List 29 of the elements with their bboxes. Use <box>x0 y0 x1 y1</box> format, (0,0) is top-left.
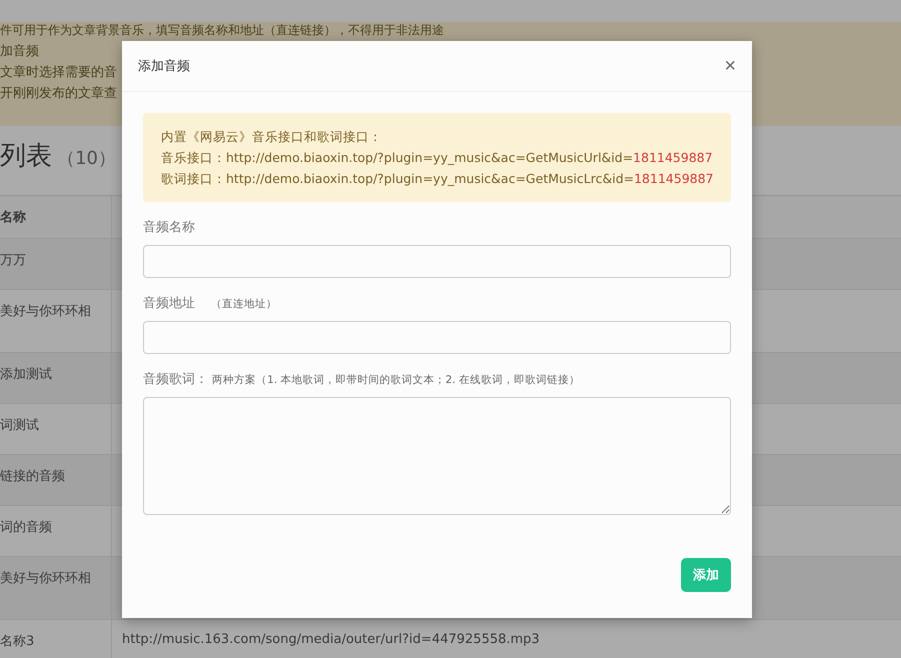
close-button[interactable]: × <box>724 56 736 76</box>
field-hint: 两种方案（1. 本地歌词，即带时间的歌词文本；2. 在线歌词，即歌词链接） <box>212 374 580 386</box>
text-area[interactable] <box>143 397 731 515</box>
alert-text: 内置《网易云》音乐接口和歌词接口： <box>161 128 383 146</box>
field-label: 音频歌词： <box>143 372 208 387</box>
notice-text: 件可用于作为文章背景音乐，填写音频名称和地址（直连链接），不得用于非法用途 <box>0 23 444 37</box>
input-field[interactable] <box>143 321 731 354</box>
table-cell: 美好与你环环相 <box>0 290 112 352</box>
table-cell: 链接的音频 <box>0 455 112 505</box>
table-cell: 词测试 <box>0 404 112 454</box>
table-cell: 添加测试 <box>0 353 112 403</box>
list-title: 列表 <box>0 141 52 171</box>
field-label: 音频名称 <box>143 220 195 235</box>
list-count: （10） <box>57 148 116 169</box>
table-cell: http://music.163.com/song/media/outer/url?id=447925558.mp3 <box>122 632 540 647</box>
table-cell: 万万 <box>0 239 112 289</box>
notice-text: 开刚刚发布的文章查 <box>0 85 117 103</box>
alert-text: 歌词接口：http://demo.biaoxin.top/?plugin=yy_music&ac=GetMusicLrc&id=1811459887 <box>161 170 713 188</box>
field-label: 音频地址 <box>143 296 195 311</box>
notice-text: 加音频 <box>0 43 39 61</box>
alert-text: 音乐接口：http://demo.biaoxin.top/?plugin=yy_music&ac=GetMusicUrl&id=1811459887 <box>161 149 713 167</box>
table-cell: 词的音频 <box>0 506 112 556</box>
table-cell: 名称3 <box>0 620 112 658</box>
notice-text: 文章时选择需要的音 <box>0 64 117 82</box>
column-header: 名称 <box>0 196 112 238</box>
table-cell: 美好与你环环相 <box>0 557 112 619</box>
input-field[interactable] <box>143 245 731 278</box>
dialog-title: 添加音频 <box>138 58 190 75</box>
field-hint: （直连地址） <box>211 298 278 310</box>
